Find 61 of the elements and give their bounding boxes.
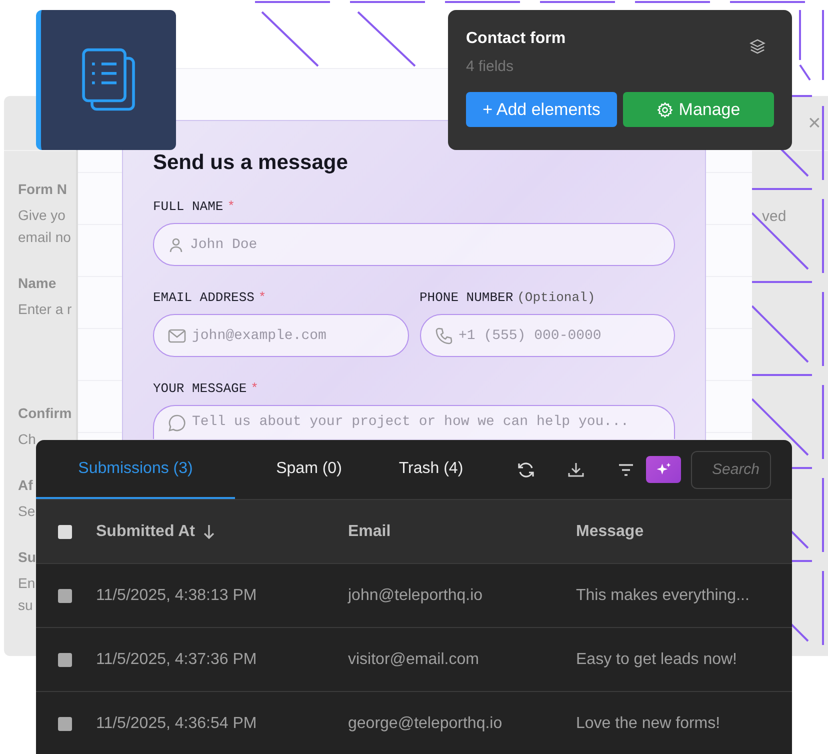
search-field[interactable]: Search [691, 450, 771, 488]
close-icon[interactable]: × [808, 110, 821, 136]
section-heading: Name [18, 275, 56, 291]
section-hint: ved [762, 208, 786, 225]
table-cell-text: visitor@email.com [348, 650, 480, 668]
column-header[interactable]: Submitted At [96, 522, 195, 540]
document-stack-icon [80, 47, 138, 113]
layers-icon[interactable] [749, 38, 766, 55]
table-cell: Love the new forms! [576, 714, 720, 732]
section-hint: En [18, 575, 36, 591]
section-hint: Give yo [18, 207, 66, 223]
table-cell-text: 11/5/2025, 4:38:13 PM [96, 586, 258, 604]
popover-title: Contact form [466, 30, 566, 48]
checkbox[interactable] [58, 716, 72, 730]
column-header[interactable]: Email [348, 522, 576, 540]
section-hint: Ch [18, 431, 36, 447]
checkbox[interactable] [58, 588, 72, 602]
section-heading: Af [18, 477, 33, 493]
table-cell-text: george@teleporthq.io [348, 714, 504, 732]
add-elements-button[interactable]: + Add elements [466, 92, 617, 127]
required-asterisk: * [258, 290, 266, 305]
checkbox[interactable] [58, 652, 72, 666]
field-count: 4 fields [466, 58, 515, 75]
section-hint: Se [18, 503, 36, 519]
section-hint: su [18, 597, 33, 613]
person-icon [168, 236, 184, 252]
down-arrow-icon[interactable] [202, 524, 215, 540]
table-cell: This makes everything... [576, 586, 750, 604]
app-tile[interactable] [36, 10, 176, 150]
input-field[interactable]: John Doe [153, 223, 675, 266]
section-heading: Form N [18, 181, 67, 197]
section-heading: Su [18, 549, 36, 565]
form-title: Send us a message [153, 151, 349, 175]
section-heading: Confirm [18, 405, 72, 421]
input-field[interactable]: +1 (555) 000-0000 [420, 314, 675, 357]
refresh-icon[interactable] [516, 460, 536, 480]
table-cell: Easy to get leads now! [576, 650, 737, 668]
table-cell-text: john@teleporthq.io [348, 586, 484, 604]
section-hint: email no [18, 229, 71, 245]
field-label: PHONE NUMBER [420, 290, 514, 305]
envelope-icon [168, 328, 186, 342]
phone-icon [434, 326, 452, 344]
required-asterisk: * [227, 199, 236, 214]
table-cell-text: 11/5/2025, 4:36:54 PM [96, 714, 258, 732]
settings-icon [656, 102, 673, 118]
section-hint: Enter a r [18, 301, 72, 317]
input-field[interactable]: Tell us about your project or how we can help you... [153, 405, 675, 439]
tab[interactable]: Trash (4) [383, 440, 479, 499]
column-header[interactable]: Message [576, 522, 644, 540]
optional-note: (Optional) [517, 290, 596, 305]
speech-bubble-icon [168, 414, 186, 432]
sparkle-button[interactable] [646, 456, 681, 483]
checkbox[interactable] [58, 524, 72, 538]
field-label: YOUR MESSAGE [153, 381, 247, 396]
field-label: FULL NAME [153, 199, 224, 214]
tab[interactable]: Spam (0) [235, 440, 383, 499]
manage-button[interactable]: Manage [623, 92, 774, 127]
field-label: EMAIL ADDRESS [153, 290, 254, 305]
required-asterisk: * [250, 381, 258, 396]
input-field[interactable]: john@example.com [153, 314, 408, 357]
table-cell-text: 11/5/2025, 4:37:36 PM [96, 650, 258, 668]
